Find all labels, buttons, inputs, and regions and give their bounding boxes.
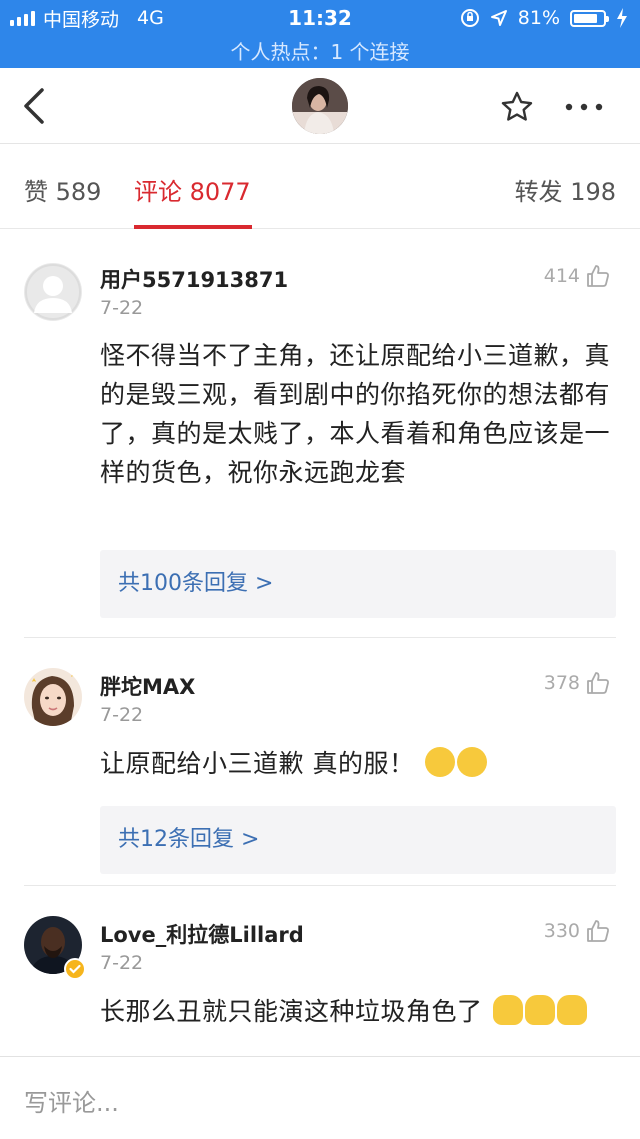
- battery-fill: [574, 13, 597, 23]
- charging-icon: [617, 8, 627, 28]
- comment-item: 胖坨MAX 7-22 378 让原配给小三道歉 真的服！ 共12条回复 >: [24, 638, 616, 886]
- status-bar: 中国移动 4G 11:32 81% 个人热点：1 个连接: [0, 0, 640, 68]
- like-button[interactable]: 330: [544, 919, 610, 943]
- comment-date: 7-22: [100, 952, 144, 974]
- status-right: 81%: [460, 6, 628, 30]
- battery-icon: [570, 9, 609, 27]
- verified-badge-icon: [64, 958, 86, 980]
- like-count: 414: [543, 265, 580, 287]
- tab-comments[interactable]: 评论 8077: [134, 172, 251, 207]
- smile-emoji-icon: [456, 747, 487, 777]
- comment-username[interactable]: 用户5571913871: [100, 264, 288, 294]
- thumbs-up-icon: [587, 920, 609, 942]
- comment-list[interactable]: 用户5571913871 7-22 414 怪不得当不了主角，还让原配给小三道歉…: [0, 230, 640, 1056]
- comment-text: 怪不得当不了主角，还让原配给小三道歉，真的是毁三观，看到剧中的你掐死你的想法都有…: [100, 341, 611, 487]
- tab-likes[interactable]: 赞 589: [24, 172, 101, 207]
- like-count: 378: [543, 672, 580, 694]
- favorite-star-icon[interactable]: [500, 90, 534, 124]
- interaction-tabs: 赞 589 评论 8077 转发 198: [0, 145, 640, 229]
- comment-input-bar: 写评论...: [0, 1056, 640, 1139]
- comment-item: 用户5571913871 7-22 414 怪不得当不了主角，还让原配给小三道歉…: [24, 230, 616, 638]
- shrug-emoji-icon: [524, 995, 555, 1025]
- shrug-emoji-icon: [556, 995, 587, 1025]
- comment-item: Love_利拉德Lillard 7-22 330 长那么丑就只能演这种垃圾角色了: [24, 886, 616, 1056]
- comment-date: 7-22: [100, 297, 144, 319]
- avatar[interactable]: [24, 263, 82, 321]
- comment-text-row: 让原配给小三道歉 真的服！: [100, 744, 616, 783]
- location-icon: [490, 10, 507, 26]
- more-options-icon[interactable]: [564, 102, 604, 112]
- comment-text-row: 长那么丑就只能演这种垃圾角色了: [100, 992, 616, 1031]
- nav-bar: [0, 68, 640, 144]
- thumbs-up-icon: [587, 672, 609, 694]
- comment-text: 长那么丑就只能演这种垃圾角色了: [100, 997, 483, 1026]
- avatar[interactable]: [24, 668, 82, 726]
- comment-text: 让原配给小三道歉 真的服！: [100, 749, 415, 778]
- view-replies-link[interactable]: 共12条回复 >: [100, 806, 616, 874]
- comment-username[interactable]: 胖坨MAX: [100, 671, 195, 701]
- comment-date: 7-22: [100, 704, 144, 726]
- battery-percent: 81%: [517, 7, 560, 29]
- comment-input[interactable]: 写评论...: [24, 1083, 119, 1118]
- like-button[interactable]: 414: [544, 264, 610, 288]
- tab-reposts[interactable]: 转发 198: [515, 172, 616, 207]
- like-count: 330: [543, 920, 580, 942]
- thumbs-up-icon: [587, 265, 609, 287]
- hotspot-banner[interactable]: 个人热点：1 个连接: [0, 36, 640, 65]
- rotation-lock-icon: [460, 9, 479, 27]
- view-replies-link[interactable]: 共100条回复 >: [100, 550, 616, 618]
- smile-emoji-icon: [424, 747, 455, 777]
- author-avatar[interactable]: [292, 78, 348, 134]
- like-button[interactable]: 378: [544, 671, 610, 695]
- shrug-emoji-icon: [492, 995, 523, 1025]
- back-chevron-icon[interactable]: [20, 86, 50, 126]
- active-tab-indicator: [134, 225, 252, 229]
- comment-username[interactable]: Love_利拉德Lillard: [100, 919, 304, 949]
